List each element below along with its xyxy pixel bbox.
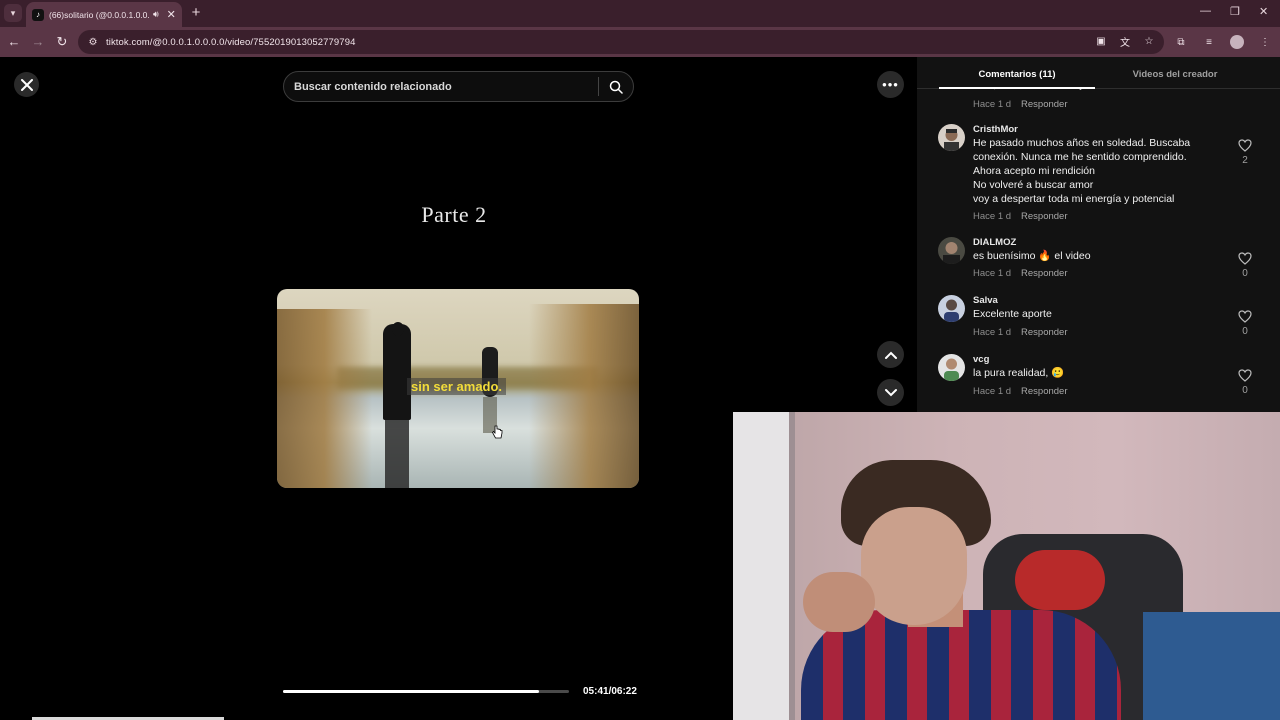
reload-icon[interactable]: ↻ xyxy=(53,33,71,51)
reply-button[interactable]: Responder xyxy=(1021,327,1067,338)
avatar[interactable] xyxy=(938,124,965,151)
search-input[interactable]: Buscar contenido relacionado xyxy=(294,81,598,93)
url-text[interactable]: tiktok.com/@0.0.0.1.0.0.0.0/video/755201… xyxy=(106,37,355,48)
restore-icon[interactable]: ❐ xyxy=(1230,5,1240,18)
back-arrow-icon[interactable]: ← xyxy=(5,33,23,51)
comment-meta: Hace 1 d Responder xyxy=(973,386,1068,397)
tab-comments[interactable]: Comentarios (11) xyxy=(939,57,1095,89)
hand-cursor-icon xyxy=(492,425,503,439)
tab-close-icon[interactable]: ✕ xyxy=(167,8,176,21)
avatar[interactable] xyxy=(938,354,965,381)
video-title-text: Parte 2 xyxy=(421,202,487,227)
next-video-button[interactable] xyxy=(877,379,904,406)
install-app-icon[interactable]: ▣ xyxy=(1094,34,1108,48)
browser-tab-strip: ▾ ♪ (66)solitario (@0.0.0.1.0.0.0.0 🔊︎ ✕… xyxy=(0,0,1280,27)
heart-icon[interactable] xyxy=(1238,139,1252,152)
video-progress-bar[interactable] xyxy=(283,690,569,693)
avatar[interactable] xyxy=(938,237,965,264)
reply-button[interactable]: Responder xyxy=(1021,99,1067,110)
comment-username[interactable]: CristhMor xyxy=(973,124,1018,135)
video-progress-fill xyxy=(283,690,539,693)
address-bar[interactable]: ⚙︎ tiktok.com/@0.0.0.1.0.0.0.0/video/755… xyxy=(78,30,1164,54)
avatar[interactable] xyxy=(938,295,965,322)
chevron-up-icon xyxy=(884,351,897,359)
reply-button[interactable]: Responder xyxy=(1021,386,1067,397)
more-options-icon[interactable]: ••• xyxy=(877,71,904,98)
tab-title: (66)solitario (@0.0.0.1.0.0.0.0 xyxy=(49,9,149,20)
webcam-door xyxy=(733,412,789,720)
minimize-icon[interactable]: — xyxy=(1200,5,1211,17)
new-tab-plus-icon[interactable]: + xyxy=(188,4,204,22)
video-subtitle: sin ser amado. xyxy=(407,378,507,395)
comment-time: Hace 1 d xyxy=(973,211,1012,222)
comment-meta: Hace 1 d Responder xyxy=(973,211,1068,222)
comment-text: He pasado muchos años en soledad. Buscab… xyxy=(973,137,1191,205)
previous-video-button[interactable] xyxy=(877,341,904,368)
like-count: 0 xyxy=(1242,385,1248,396)
webcam-overlay xyxy=(733,412,1280,720)
man-head xyxy=(392,322,404,336)
chevron-down-icon xyxy=(884,388,897,396)
scene-reeds-left xyxy=(277,309,372,488)
comment-username[interactable]: vcg xyxy=(973,354,989,365)
webcam-person-hand xyxy=(803,572,875,632)
comments-panel: Comentarios (11) Videos del creador todo… xyxy=(917,57,1280,412)
comment-text: Excelente aporte xyxy=(973,308,1052,320)
like-count: 2 xyxy=(1242,155,1248,166)
heart-icon[interactable] xyxy=(1238,252,1252,265)
bookmark-star-icon[interactable]: ☆ xyxy=(1142,34,1156,48)
tiktok-icon: ♪ xyxy=(32,8,44,21)
scene-reeds-right xyxy=(529,304,639,488)
like-count: 0 xyxy=(1242,268,1248,279)
heart-icon[interactable] xyxy=(1238,369,1252,382)
browser-tab-active[interactable]: ♪ (66)solitario (@0.0.0.1.0.0.0.0 🔊︎ ✕ xyxy=(26,2,182,27)
video-time: 05:41/06:22 xyxy=(583,686,637,697)
man-reflection xyxy=(385,420,409,488)
close-video-button[interactable] xyxy=(14,72,39,97)
reply-button[interactable]: Responder xyxy=(1021,211,1067,222)
panel-tabs: Comentarios (11) Videos del creador xyxy=(917,57,1280,89)
comment-username[interactable]: Salva xyxy=(973,295,998,306)
browser-toolbar: ← → ↻ ⚙︎ tiktok.com/@0.0.0.1.0.0.0.0/vid… xyxy=(0,27,1280,57)
video-frame[interactable]: sin ser amado. xyxy=(277,289,639,488)
comment-time: Hace 1 d xyxy=(973,327,1012,338)
translate-icon[interactable]: 文 xyxy=(1118,34,1132,49)
tab-search-chevron-icon[interactable]: ▾ xyxy=(4,4,22,22)
comment-meta: Hace 1 d Responder xyxy=(973,327,1068,338)
webcam-door-frame xyxy=(789,412,795,720)
menu-kebab-icon[interactable]: ⋮ xyxy=(1258,35,1272,49)
reply-button[interactable]: Responder xyxy=(1021,268,1067,279)
profile-avatar-icon[interactable] xyxy=(1230,35,1244,49)
forward-arrow-icon[interactable]: → xyxy=(29,33,47,51)
comment-text: la pura realidad, 🥲 xyxy=(973,367,1065,379)
comment-meta: Hace 1 d Responder xyxy=(973,268,1068,279)
comment-time: Hace 1 d xyxy=(973,268,1012,279)
close-icon xyxy=(20,78,33,91)
comment-text: es buenísimo 🔥 el video xyxy=(973,250,1091,262)
window-close-icon[interactable]: ✕ xyxy=(1259,5,1268,18)
site-info-icon[interactable]: ⚙︎ xyxy=(86,35,100,49)
comment-time: Hace 1 d xyxy=(973,386,1012,397)
like-count: 0 xyxy=(1242,326,1248,337)
media-controls-icon[interactable]: ≡ xyxy=(1202,35,1216,49)
search-icon[interactable] xyxy=(599,72,633,101)
cut-comment-meta: Hace 1 d Responder xyxy=(973,99,1068,110)
webcam-bed xyxy=(1143,612,1280,720)
comment-username[interactable]: DIALMOZ xyxy=(973,237,1016,248)
heart-icon[interactable] xyxy=(1238,310,1252,323)
related-search-bar[interactable]: Buscar contenido relacionado xyxy=(283,71,634,102)
webcam-chair-accent xyxy=(1015,550,1105,610)
tab-creator-videos[interactable]: Videos del creador xyxy=(1113,57,1237,89)
comment-time: Hace 1 d xyxy=(973,99,1012,110)
speaker-icon[interactable]: 🔊︎ xyxy=(153,9,159,20)
webcam-person-face xyxy=(861,507,967,625)
extensions-icon[interactable]: ⧉ xyxy=(1174,35,1188,49)
man-silhouette xyxy=(383,324,411,420)
